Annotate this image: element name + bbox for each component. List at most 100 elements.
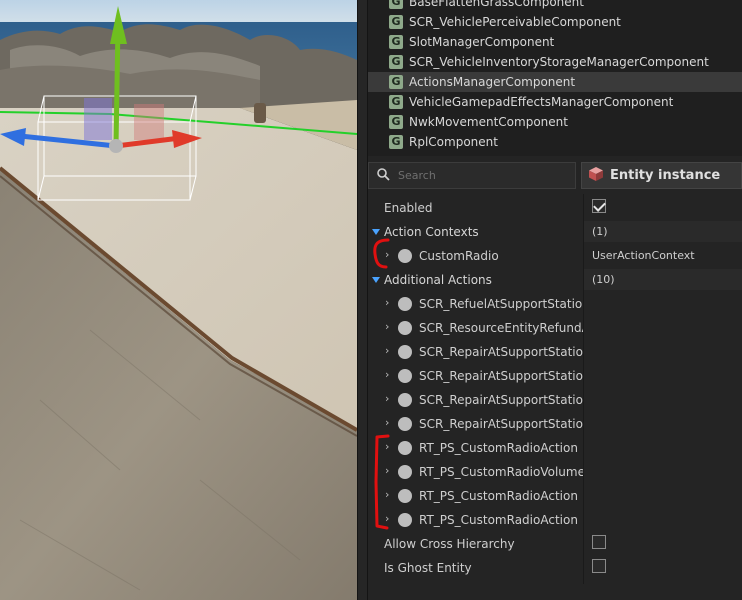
object-dot-icon xyxy=(398,249,412,263)
panel-splitter[interactable] xyxy=(357,0,368,600)
chevron-right-icon[interactable]: › xyxy=(385,344,389,357)
object-dot-icon xyxy=(398,465,412,479)
additional-action-item[interactable]: › RT_PS_CustomRadioAction xyxy=(368,484,742,508)
additional-action-item-label: RT_PS_CustomRadioAction xyxy=(419,489,578,503)
action-context-item-label: CustomRadio xyxy=(419,249,499,263)
additional-actions-row-value: (10) xyxy=(592,273,615,286)
additional-action-item-label: SCR_RepairAtSupportStationAc xyxy=(419,369,583,383)
action-context-item-value: UserActionContext xyxy=(592,249,695,262)
is-ghost-entity-row-label: Is Ghost Entity xyxy=(384,561,472,575)
component-item[interactable]: G SCR_VehicleInventoryStorageManagerCompo… xyxy=(368,52,742,72)
additional-action-item[interactable]: › SCR_RepairAtSupportStationAc xyxy=(368,388,742,412)
scene-render[interactable] xyxy=(0,0,357,600)
enabled-row-label: Enabled xyxy=(384,201,433,215)
additional-action-item[interactable]: › SCR_RepairAtSupportStationAc xyxy=(368,340,742,364)
action-contexts-row-value: (1) xyxy=(592,225,608,238)
component-item[interactable]: G SlotManagerComponent xyxy=(368,32,742,52)
object-dot-icon xyxy=(398,489,412,503)
component-label: BaseFlattenGrassComponent xyxy=(409,0,584,9)
component-g-icon: G xyxy=(389,55,403,69)
object-dot-icon xyxy=(398,369,412,383)
expand-triangle-icon[interactable] xyxy=(372,277,380,283)
property-grid: Enabled Action Contexts (1) › CustomRadio Use… xyxy=(368,194,742,600)
additional-action-item-label: SCR_ResourceEntityRefundActi xyxy=(419,321,583,335)
enabled-row-checkbox[interactable] xyxy=(592,199,606,213)
additional-action-item[interactable]: › RT_PS_CustomRadioAction xyxy=(368,436,742,460)
value-cell xyxy=(584,221,742,242)
allow-cross-hierarchy-row-checkbox[interactable] xyxy=(592,535,606,549)
object-dot-icon xyxy=(398,297,412,311)
additional-action-item[interactable]: › RT_PS_CustomRadioVolumeAct xyxy=(368,460,742,484)
component-g-icon: G xyxy=(389,75,403,89)
enabled-row[interactable]: Enabled xyxy=(368,196,742,220)
search-input[interactable] xyxy=(398,169,548,182)
additional-action-item[interactable]: › SCR_RefuelAtSupportStationAc xyxy=(368,292,742,316)
additional-action-item-label: RT_PS_CustomRadioAction xyxy=(419,513,578,527)
component-item[interactable]: G VehicleGamepadEffectsManagerComponent xyxy=(368,92,742,112)
additional-actions-row[interactable]: Additional Actions (10) xyxy=(368,268,742,292)
component-item[interactable]: G NwkMovementComponent xyxy=(368,112,742,132)
chevron-right-icon[interactable]: › xyxy=(385,488,389,501)
allow-cross-hierarchy-row[interactable]: Allow Cross Hierarchy xyxy=(368,532,742,556)
entity-instance-label: Entity instance xyxy=(610,168,721,183)
additional-action-item[interactable]: › RT_PS_CustomRadioAction xyxy=(368,508,742,532)
component-g-icon: G xyxy=(389,135,403,149)
component-label: SCR_VehiclePerceivableComponent xyxy=(409,15,621,29)
component-item[interactable]: G SCR_VehiclePerceivableComponent xyxy=(368,12,742,32)
entity-instance-dropdown[interactable]: Entity instance xyxy=(581,162,742,189)
chevron-right-icon[interactable]: › xyxy=(385,416,389,429)
object-dot-icon xyxy=(398,321,412,335)
component-label: NwkMovementComponent xyxy=(409,115,568,129)
chevron-right-icon[interactable]: › xyxy=(385,368,389,381)
additional-action-item[interactable]: › SCR_RepairAtSupportStationAc xyxy=(368,412,742,436)
additional-action-item-label: RT_PS_CustomRadioAction xyxy=(419,441,578,455)
properties-panel: G BaseFlattenGrassComponent G SCR_VehiclePe… xyxy=(368,0,742,600)
properties-toolbar: Entity instance xyxy=(368,160,742,192)
expand-triangle-icon[interactable] xyxy=(372,229,380,235)
component-label: SlotManagerComponent xyxy=(409,35,555,49)
object-dot-icon xyxy=(398,417,412,431)
is-ghost-entity-row[interactable]: Is Ghost Entity xyxy=(368,556,742,580)
component-g-icon: G xyxy=(389,0,403,9)
additional-action-item[interactable]: › SCR_ResourceEntityRefundActi xyxy=(368,316,742,340)
component-label: SCR_VehicleInventoryStorageManagerCompon… xyxy=(409,55,709,69)
component-item[interactable]: G BaseFlattenGrassComponent xyxy=(368,0,742,12)
additional-action-item-label: RT_PS_CustomRadioVolumeAct xyxy=(419,465,583,479)
additional-action-item-label: SCR_RepairAtSupportStationAc xyxy=(419,417,583,431)
action-context-item[interactable]: › CustomRadio UserActionContext xyxy=(368,244,742,268)
chevron-right-icon[interactable]: › xyxy=(385,512,389,525)
additional-actions-row-label: Additional Actions xyxy=(384,273,492,287)
object-dot-icon xyxy=(398,513,412,527)
scene-viewport[interactable] xyxy=(0,0,357,600)
component-item[interactable]: G ActionsManagerComponent xyxy=(368,72,742,92)
component-g-icon: G xyxy=(389,95,403,109)
component-item[interactable]: G RplComponent xyxy=(368,132,742,152)
component-g-icon: G xyxy=(389,15,403,29)
chevron-right-icon[interactable]: › xyxy=(385,320,389,333)
search-box[interactable] xyxy=(368,162,576,189)
component-g-icon: G xyxy=(389,115,403,129)
object-dot-icon xyxy=(398,345,412,359)
additional-action-item-label: SCR_RefuelAtSupportStationAc xyxy=(419,297,583,311)
action-contexts-row-label: Action Contexts xyxy=(384,225,479,239)
chevron-right-icon[interactable]: › xyxy=(385,248,389,261)
chevron-right-icon[interactable]: › xyxy=(385,440,389,453)
component-g-icon: G xyxy=(389,35,403,49)
object-dot-icon xyxy=(398,393,412,407)
chevron-right-icon[interactable]: › xyxy=(385,464,389,477)
allow-cross-hierarchy-row-label: Allow Cross Hierarchy xyxy=(384,537,515,551)
is-ghost-entity-row-checkbox[interactable] xyxy=(592,559,606,573)
chevron-right-icon[interactable]: › xyxy=(385,296,389,309)
component-label: ActionsManagerComponent xyxy=(409,75,576,89)
additional-action-item-label: SCR_RepairAtSupportStationAc xyxy=(419,393,583,407)
chevron-right-icon[interactable]: › xyxy=(385,392,389,405)
search-icon xyxy=(377,167,390,184)
object-dot-icon xyxy=(398,441,412,455)
component-list: G BaseFlattenGrassComponent G SCR_VehiclePe… xyxy=(368,0,742,156)
additional-action-item-label: SCR_RepairAtSupportStationAc xyxy=(419,345,583,359)
component-label: RplComponent xyxy=(409,135,498,149)
cube-icon xyxy=(588,166,604,185)
additional-action-item[interactable]: › SCR_RepairAtSupportStationAc xyxy=(368,364,742,388)
action-contexts-row[interactable]: Action Contexts (1) xyxy=(368,220,742,244)
component-label: VehicleGamepadEffectsManagerComponent xyxy=(409,95,674,109)
